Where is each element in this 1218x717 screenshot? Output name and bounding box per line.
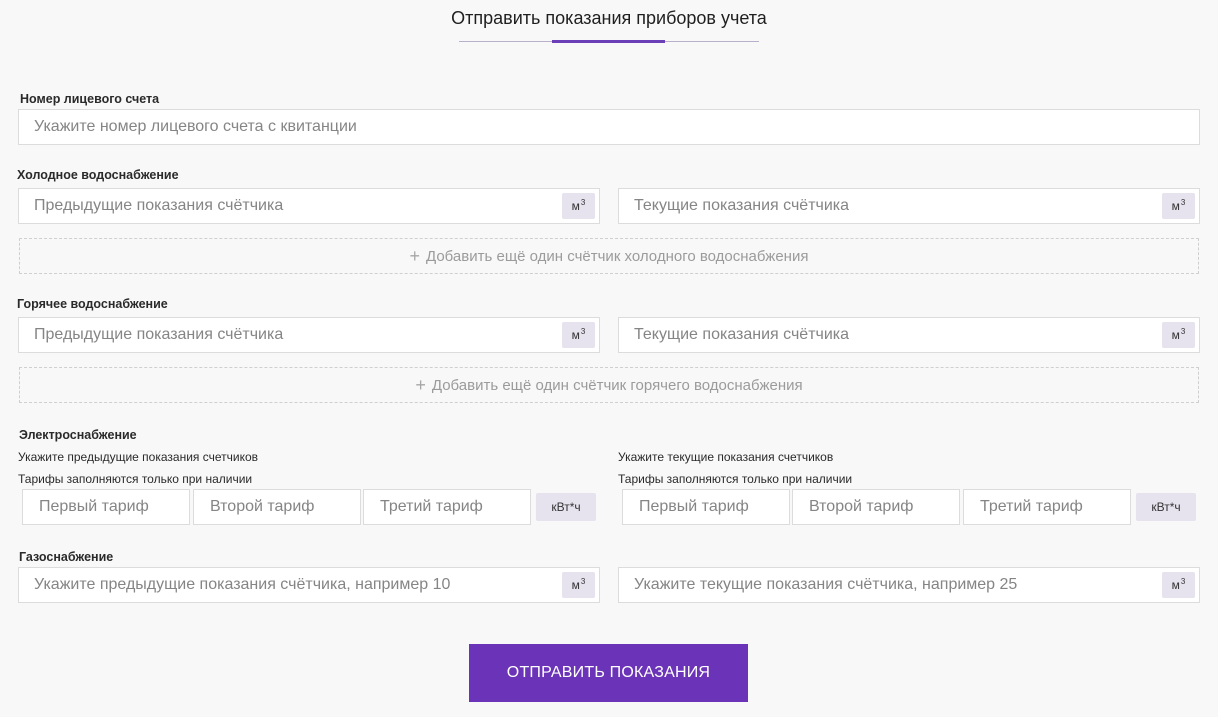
add-cold-water-meter-label: Добавить ещё один счётчик холодного водо…: [426, 247, 809, 265]
add-cold-water-meter-button[interactable]: + Добавить ещё один счётчик холодного во…: [19, 238, 1199, 274]
hot-water-previous-field[interactable]: м3: [18, 317, 600, 353]
cold-water-previous-field[interactable]: м3: [18, 188, 600, 224]
tariff-note: Тарифы заполняются только при наличии: [618, 472, 853, 486]
current-tariff-2-field[interactable]: [792, 489, 960, 525]
previous-tariff-2-field[interactable]: [193, 489, 361, 525]
previous-tariff-3-field[interactable]: [363, 489, 531, 525]
account-field[interactable]: [18, 109, 1200, 145]
previous-tariff-1-field[interactable]: [22, 489, 190, 525]
electricity-current-hint: Укажите текущие показания счетчиков: [618, 450, 834, 464]
current-tariff-1-field[interactable]: [622, 489, 790, 525]
cold-water-current-input[interactable]: [619, 189, 1199, 223]
gas-previous-input[interactable]: [19, 568, 599, 602]
cold-water-previous-input[interactable]: [19, 189, 599, 223]
electricity-previous-hint: Укажите предыдущие показания счетчиков: [18, 450, 259, 464]
current-tariff-3-field[interactable]: [963, 489, 1131, 525]
add-hot-water-meter-label: Добавить ещё один счётчик горячего водос…: [431, 376, 803, 394]
cold-water-label: Холодное водоснабжение: [17, 168, 179, 182]
cubic-meter-unit-badge: м3: [562, 193, 595, 219]
gas-previous-field[interactable]: м3: [18, 567, 600, 603]
page-title: Отправить показания приборов учета: [451, 8, 767, 28]
gas-label: Газоснабжение: [19, 550, 114, 564]
kwh-unit-badge: кВт*ч: [536, 493, 596, 521]
cubic-meter-unit-badge: м3: [1162, 193, 1195, 219]
submit-readings-button[interactable]: ОТПРАВИТЬ ПОКАЗАНИЯ: [469, 644, 748, 702]
electricity-label: Электроснабжение: [19, 428, 137, 442]
cold-water-current-field[interactable]: м3: [618, 188, 1200, 224]
title-accent-bar: [552, 40, 665, 43]
gas-current-input[interactable]: [619, 568, 1199, 602]
previous-tariff-3-input[interactable]: [364, 490, 530, 524]
add-hot-water-meter-button[interactable]: + Добавить ещё один счётчик горячего вод…: [19, 367, 1199, 403]
account-label: Номер лицевого счета: [20, 92, 160, 106]
cubic-meter-unit-badge: м3: [562, 322, 595, 348]
gas-current-field[interactable]: м3: [618, 567, 1200, 603]
tariff-note: Тарифы заполняются только при наличии: [18, 472, 253, 486]
hot-water-current-field[interactable]: м3: [618, 317, 1200, 353]
hot-water-label: Горячее водоснабжение: [17, 297, 168, 311]
hot-water-previous-input[interactable]: [19, 318, 599, 352]
previous-tariff-2-input[interactable]: [194, 490, 360, 524]
plus-icon: +: [415, 374, 426, 395]
plus-icon: +: [409, 245, 421, 266]
cubic-meter-unit-badge: м3: [1162, 572, 1195, 598]
current-tariff-2-input[interactable]: [793, 490, 959, 524]
kwh-unit-badge: кВт*ч: [1136, 493, 1196, 521]
cubic-meter-unit-badge: м3: [1162, 322, 1195, 348]
account-input[interactable]: [19, 110, 1199, 144]
hot-water-current-input[interactable]: [619, 318, 1199, 352]
previous-tariff-1-input[interactable]: [23, 490, 189, 524]
current-tariff-1-input[interactable]: [623, 490, 789, 524]
current-tariff-3-input[interactable]: [964, 490, 1130, 524]
cubic-meter-unit-badge: м3: [562, 572, 595, 598]
